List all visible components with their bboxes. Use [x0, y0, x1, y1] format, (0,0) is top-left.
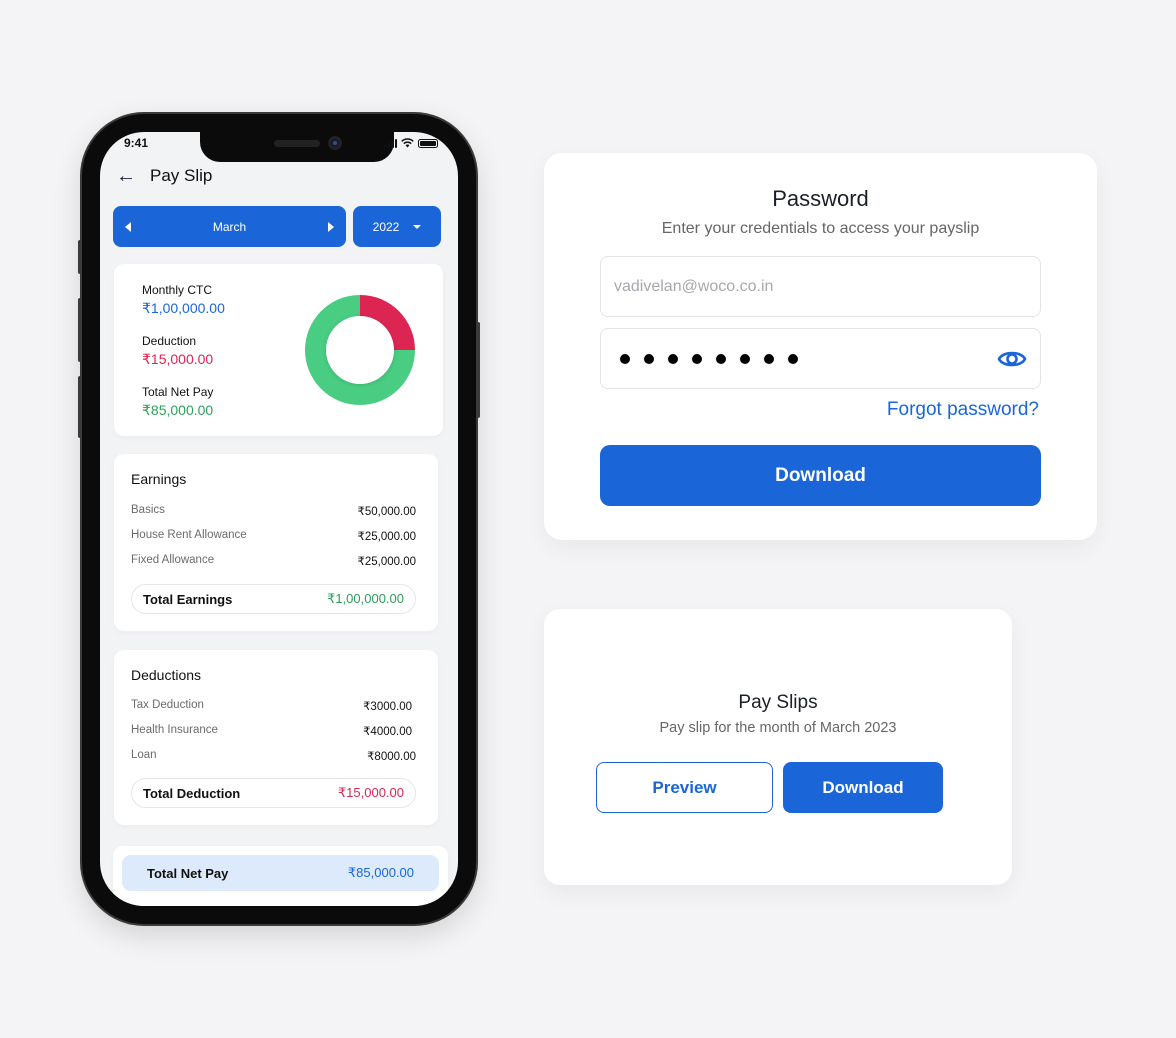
total-label: Total Deduction: [143, 785, 241, 801]
password-dot: [716, 353, 726, 364]
summary-value: ₹15,000.00: [142, 351, 214, 367]
wifi-icon: [401, 138, 414, 148]
row-value: ₹8000.00: [367, 751, 416, 763]
row-label: Basics: [131, 504, 165, 516]
volume-down-button: [78, 376, 82, 438]
password-dot: [668, 353, 678, 364]
row-value: ₹4000.00: [363, 726, 412, 738]
row-label: Health Insurance: [131, 724, 218, 736]
earnings-row: Fixed Allowance ₹25,000.00: [131, 554, 416, 568]
deduction-row: Tax Deduction ₹3000.00: [131, 699, 412, 713]
deductions-card: Deductions Tax Deduction ₹3000.00 Health…: [114, 650, 438, 825]
row-label: Fixed Allowance: [131, 554, 215, 566]
password-dot: [644, 353, 654, 364]
summary-label: Deduction: [142, 334, 197, 348]
password-dot: [692, 353, 702, 364]
deduction-row: Health Insurance ₹4000.00: [131, 724, 412, 738]
summary-value: ₹85,000.00: [142, 402, 214, 418]
donut-chart: [305, 295, 415, 405]
battery-icon: [418, 138, 438, 148]
earnings-card: Earnings Basics ₹50,000.00 House Rent Al…: [114, 454, 438, 631]
row-value: ₹25,000.00: [357, 556, 416, 568]
total-label: Total Earnings: [143, 591, 233, 607]
camera-icon: [328, 136, 342, 150]
status-time: 9:41: [124, 136, 149, 150]
password-subtitle: Enter your credentials to access your pa…: [661, 220, 980, 237]
password-dot: [788, 353, 798, 364]
app-header: ← Pay Slip: [116, 166, 212, 186]
password-dot: [620, 353, 630, 364]
page-title: Pay Slip: [150, 166, 213, 185]
earnings-title: Earnings: [131, 471, 187, 487]
year-dropdown[interactable]: 2022: [353, 206, 441, 247]
summary-card: Monthly CTC ₹1,00,000.00 Deduction ₹15,0…: [114, 264, 443, 436]
summary-label: Total Net Pay: [142, 385, 214, 399]
net-pay-pill: Total Net Pay ₹85,000.00: [122, 855, 439, 891]
deductions-title: Deductions: [131, 667, 202, 683]
password-dot: [740, 353, 750, 364]
password-card: Password Enter your credentials to acces…: [544, 153, 1097, 540]
net-pay-summary: Total Net Pay ₹85,000.00: [142, 385, 213, 419]
mute-switch: [78, 240, 82, 274]
total-deduction: Total Deduction ₹15,000.00: [131, 778, 416, 808]
total-earnings: Total Earnings ₹1,00,000.00: [131, 584, 416, 614]
password-masked-value[interactable]: [614, 353, 997, 364]
status-icons: [384, 138, 438, 148]
net-pay-value: ₹85,000.00: [347, 865, 414, 880]
row-label: Loan: [131, 749, 157, 761]
row-label: Tax Deduction: [131, 699, 204, 711]
year-value: 2022: [372, 219, 400, 234]
payslips-subtitle: Pay slip for the month of March 2023: [659, 720, 897, 736]
phone-screen: 9:41 ← Pay Slip March 2022 Monthly CTC ₹…: [100, 132, 458, 906]
caret-left-icon[interactable]: [125, 221, 131, 232]
email-input[interactable]: [614, 277, 1027, 296]
arrow-left-icon[interactable]: ←: [116, 166, 136, 186]
password-field[interactable]: [600, 328, 1041, 389]
summary-label: Monthly CTC: [142, 283, 213, 297]
deduction-row: Loan ₹8000.00: [131, 749, 416, 763]
preview-button[interactable]: Preview: [596, 762, 773, 813]
month-selector[interactable]: March: [113, 206, 346, 247]
row-value: ₹50,000.00: [357, 506, 416, 518]
download-payslip-button[interactable]: Download: [783, 762, 943, 813]
notch: [200, 132, 394, 162]
row-value: ₹3000.00: [363, 701, 412, 713]
password-dot: [764, 353, 774, 364]
caret-right-icon[interactable]: [328, 221, 334, 232]
speaker: [274, 140, 320, 147]
row-value: ₹25,000.00: [357, 531, 416, 543]
password-title: Password: [772, 186, 869, 211]
payslips-title: Pay Slips: [738, 692, 818, 713]
earnings-row: House Rent Allowance ₹25,000.00: [131, 529, 416, 543]
phone-mockup: 9:41 ← Pay Slip March 2022 Monthly CTC ₹…: [78, 114, 480, 924]
summary-value: ₹1,00,000.00: [142, 300, 225, 316]
power-button: [476, 322, 480, 418]
payslips-card: Pay Slips Pay slip for the month of Marc…: [544, 609, 1012, 885]
email-field[interactable]: [600, 256, 1041, 317]
net-pay-label: Total Net Pay: [147, 865, 229, 881]
deduction-summary: Deduction ₹15,000.00: [142, 334, 213, 368]
donut-hole: [326, 316, 394, 384]
row-label: House Rent Allowance: [131, 529, 247, 541]
total-value: ₹1,00,000.00: [327, 591, 404, 606]
volume-up-button: [78, 298, 82, 362]
monthly-ctc: Monthly CTC ₹1,00,000.00: [142, 283, 225, 317]
forgot-password-link[interactable]: Forgot password?: [887, 399, 1039, 421]
eye-icon[interactable]: [997, 344, 1027, 374]
net-pay-card: Total Net Pay ₹85,000.00: [113, 846, 448, 906]
download-button[interactable]: Download: [600, 445, 1041, 506]
caret-down-icon: [413, 224, 422, 229]
signal-icon: [384, 138, 397, 148]
earnings-row: Basics ₹50,000.00: [131, 504, 416, 518]
month-value: March: [212, 219, 247, 234]
total-value: ₹15,000.00: [337, 785, 404, 800]
